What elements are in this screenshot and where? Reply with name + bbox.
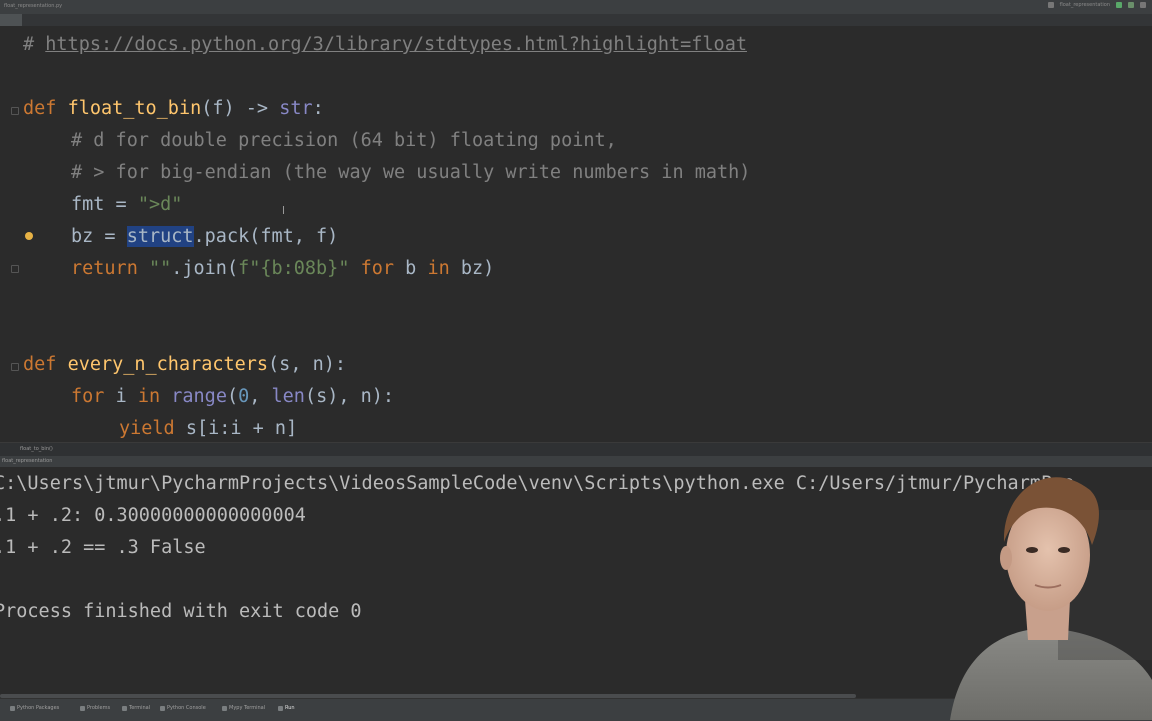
tool-python-console[interactable]: Python Console: [160, 705, 206, 711]
code-line-def-float-to-bin: def float_to_bin(f) -> str:: [23, 98, 324, 119]
fold-icon[interactable]: [11, 363, 19, 371]
code-line-for: for i in range(0, len(s), n):: [71, 386, 395, 407]
fold-icon[interactable]: [11, 265, 19, 273]
code-line-return: return "".join(f"{b:08b}" for b in bz): [71, 258, 495, 279]
console-line: .1 + .2: 0.30000000000000004: [0, 505, 306, 526]
package-icon: [10, 705, 15, 711]
lightbulb-icon[interactable]: [25, 232, 33, 240]
python-icon: [160, 705, 165, 711]
run-icon: [278, 705, 283, 711]
code-line-yield: yield s[i:i + n]: [119, 418, 298, 439]
code-line-def-every-n: def every_n_characters(s, n):: [23, 354, 347, 375]
fold-icon[interactable]: [11, 107, 19, 115]
tool-terminal[interactable]: Terminal: [122, 705, 150, 711]
mouse-cursor: [283, 206, 284, 214]
run-config-select[interactable]: float_representation: [1060, 2, 1110, 8]
tab-float-representation[interactable]: [0, 14, 22, 26]
docs-link[interactable]: https://docs.python.org/3/library/stdtyp…: [45, 34, 747, 55]
debug-icon[interactable]: [1128, 2, 1134, 8]
run-icon[interactable]: [1116, 2, 1122, 8]
code-line-fmt: fmt = ">d": [71, 194, 183, 215]
code-editor[interactable]: # https://docs.python.org/3/library/stdt…: [0, 26, 1152, 442]
warning-icon: [80, 705, 85, 711]
console-line: C:\Users\jtmur\PycharmProjects\VideosSam…: [0, 473, 1075, 494]
code-line-bz: bz = struct.pack(fmt, f): [71, 226, 339, 247]
editor-gutter: [0, 26, 20, 442]
tool-mypy-terminal[interactable]: Mypy Terminal: [222, 705, 265, 711]
terminal-icon: [122, 705, 127, 711]
tool-python-packages[interactable]: Python Packages: [10, 705, 59, 711]
project-title: float_representation.py: [4, 3, 63, 9]
tool-problems[interactable]: Problems: [80, 705, 110, 711]
presenter-webcam: [940, 450, 1152, 720]
code-line-comment-1: # d for double precision (64 bit) floati…: [71, 130, 617, 151]
code-line-comment-2: # > for big-endian (the way we usually w…: [71, 162, 751, 183]
search-icon[interactable]: [1140, 2, 1146, 8]
tool-run[interactable]: Run: [278, 705, 295, 711]
title-bar: float_representation.py float_representa…: [0, 0, 1152, 14]
user-icon[interactable]: [1047, 2, 1054, 8]
selected-token: struct: [126, 226, 194, 247]
mypy-icon: [222, 705, 227, 711]
console-line: Process finished with exit code 0: [0, 601, 362, 622]
code-line-1: # https://docs.python.org/3/library/stdt…: [23, 34, 747, 55]
editor-tabs: [0, 14, 1152, 26]
console-line: .1 + .2 == .3 False: [0, 537, 206, 558]
